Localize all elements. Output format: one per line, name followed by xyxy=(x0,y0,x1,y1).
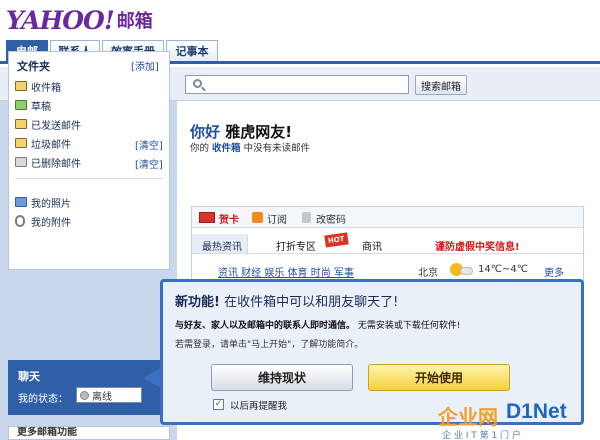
popup-line-1-bold: 与好友、家人以及邮箱中的联系人即时通信。 xyxy=(175,321,356,331)
chat-title: 聊天 xyxy=(18,370,40,383)
logo-brand: YAHOO! xyxy=(6,6,115,35)
search-icon xyxy=(193,79,202,88)
sent-folder-icon xyxy=(15,119,27,129)
lock-icon xyxy=(302,212,311,223)
tab-greeting-card[interactable]: 贺卡 xyxy=(219,211,239,226)
folders-title: 文件夹 xyxy=(17,60,50,73)
photos-icon xyxy=(15,197,27,207)
watermark-brand-en: D1Net xyxy=(506,400,567,423)
start-using-button[interactable]: 开始使用 xyxy=(368,364,510,391)
tab-notepad[interactable]: 记事本 xyxy=(166,40,218,61)
extra-label: 我的照片 xyxy=(31,198,71,210)
folder-label: 已发送邮件 xyxy=(31,120,81,132)
watermark-brand-cn: 企业网 xyxy=(438,405,498,429)
tab-change-password[interactable]: 改密码 xyxy=(316,211,346,226)
tab-business-news[interactable]: 商讯 xyxy=(362,238,382,253)
popup-line-1-rest: 无需安装或下载任何软件! xyxy=(357,321,461,331)
d1net-watermark: 企业网 D1Net 企 业 I T 第 1 门 户 xyxy=(436,400,600,440)
divider xyxy=(15,178,163,179)
popup-title: 新功能! 在收件箱中可以和朋友聊天了! xyxy=(175,291,398,310)
weather-city: 北京 xyxy=(418,268,438,279)
more-features-header[interactable]: 更多邮箱功能 xyxy=(8,426,170,440)
chat-status-value: 离线 xyxy=(92,391,112,403)
popup-title-new: 新功能! xyxy=(175,295,220,310)
search-mail-button[interactable]: 搜索邮箱 xyxy=(415,75,467,95)
my-attachments-link[interactable]: 我的附件 xyxy=(15,213,71,229)
folder-panel: 文件夹 [添加] 收件箱 草稿 已发送邮件 垃圾邮件 [清空] 已删除邮件 [清… xyxy=(8,51,170,270)
trash-folder-icon xyxy=(15,157,27,167)
greeting-sub-suffix: 中没有未读邮件 xyxy=(243,143,311,154)
add-folder-link[interactable]: [添加] xyxy=(131,58,159,73)
tab-discount[interactable]: 打折专区 xyxy=(276,238,316,253)
weather-more-link[interactable]: 更多 xyxy=(544,264,564,279)
drafts-folder-icon xyxy=(15,100,27,110)
popup-pointer xyxy=(143,368,161,388)
my-photos-link[interactable]: 我的照片 xyxy=(15,194,71,210)
empty-trash-link[interactable]: [清空] xyxy=(135,156,163,171)
chat-status-label: 我的状态： xyxy=(18,394,68,405)
empty-spam-link[interactable]: [清空] xyxy=(135,137,163,152)
folder-label: 收件箱 xyxy=(31,82,61,94)
news-link-row: 资讯 财经 娱乐 体育 时尚 军事 北京 14℃~4℃ 更多 xyxy=(192,263,583,279)
yahoo-mail-logo[interactable]: YAHOO! 邮箱 xyxy=(6,4,153,34)
news-tab-row: 最热资讯 打折专区 HOT 商讯 谨防虚假中奖信息! xyxy=(192,232,583,254)
popup-title-text: 在收件箱中可以和朋友聊天了! xyxy=(224,295,399,310)
remind-later-label[interactable]: 以后再提醒我 xyxy=(230,398,287,412)
keep-current-button[interactable]: 维持现状 xyxy=(211,364,353,391)
rss-icon xyxy=(252,212,263,223)
remind-later-checkbox[interactable]: ✓ xyxy=(213,399,224,410)
folder-label: 垃圾邮件 xyxy=(31,139,71,151)
folder-inbox[interactable]: 收件箱 xyxy=(15,78,61,94)
folder-sent[interactable]: 已发送邮件 xyxy=(15,116,81,132)
folder-label: 草稿 xyxy=(31,101,51,113)
offline-status-icon xyxy=(80,390,89,400)
folder-drafts[interactable]: 草稿 xyxy=(15,97,51,113)
inbox-folder-icon xyxy=(15,81,27,91)
tab-hot-news[interactable]: 最热资讯 xyxy=(202,238,242,253)
greeting-subtitle: 你的 收件箱 中没有未读邮件 xyxy=(190,140,310,154)
inbox-link[interactable]: 收件箱 xyxy=(212,143,241,154)
tab-rss[interactable]: 订阅 xyxy=(267,211,287,226)
portal-widget: 贺卡 订阅 改密码 最热资讯 打折专区 HOT 商讯 谨防虚假中奖信息! 资讯 … xyxy=(191,206,584,282)
folder-trash[interactable]: 已删除邮件 xyxy=(15,154,81,170)
cloudy-weather-icon xyxy=(460,267,473,275)
weather-temperature: 14℃~4℃ xyxy=(478,264,528,275)
greeting-name: 雅虎网友! xyxy=(225,123,293,141)
chat-status-select[interactable]: 离线 xyxy=(76,387,142,403)
popup-line-1: 与好友、家人以及邮箱中的联系人即时通信。 无需安装或下载任何软件! xyxy=(175,318,461,331)
greeting-card-icon xyxy=(199,212,215,223)
greeting-sub-prefix: 你的 xyxy=(190,143,210,154)
extra-label: 我的附件 xyxy=(31,217,71,229)
widget-header: 贺卡 订阅 改密码 xyxy=(192,207,583,228)
spam-folder-icon xyxy=(15,138,27,148)
greeting-title: 你好 雅虎网友! xyxy=(190,121,292,142)
attachment-icon xyxy=(15,215,25,227)
popup-line-2: 若需登录，请单击"马上开始"，了解功能简介。 xyxy=(175,340,364,350)
greeting-prefix: 你好 xyxy=(190,123,221,141)
folder-spam[interactable]: 垃圾邮件 xyxy=(15,135,71,151)
news-category-links[interactable]: 资讯 财经 娱乐 体育 时尚 军事 xyxy=(218,264,354,279)
hot-badge: HOT xyxy=(324,232,349,248)
fraud-alert-link[interactable]: 谨防虚假中奖信息! xyxy=(435,238,520,253)
search-input[interactable] xyxy=(185,75,409,94)
folder-label: 已删除邮件 xyxy=(31,158,81,170)
watermark-slogan: 企 业 I T 第 1 门 户 xyxy=(442,431,521,440)
logo-suffix: 邮箱 xyxy=(116,11,153,32)
